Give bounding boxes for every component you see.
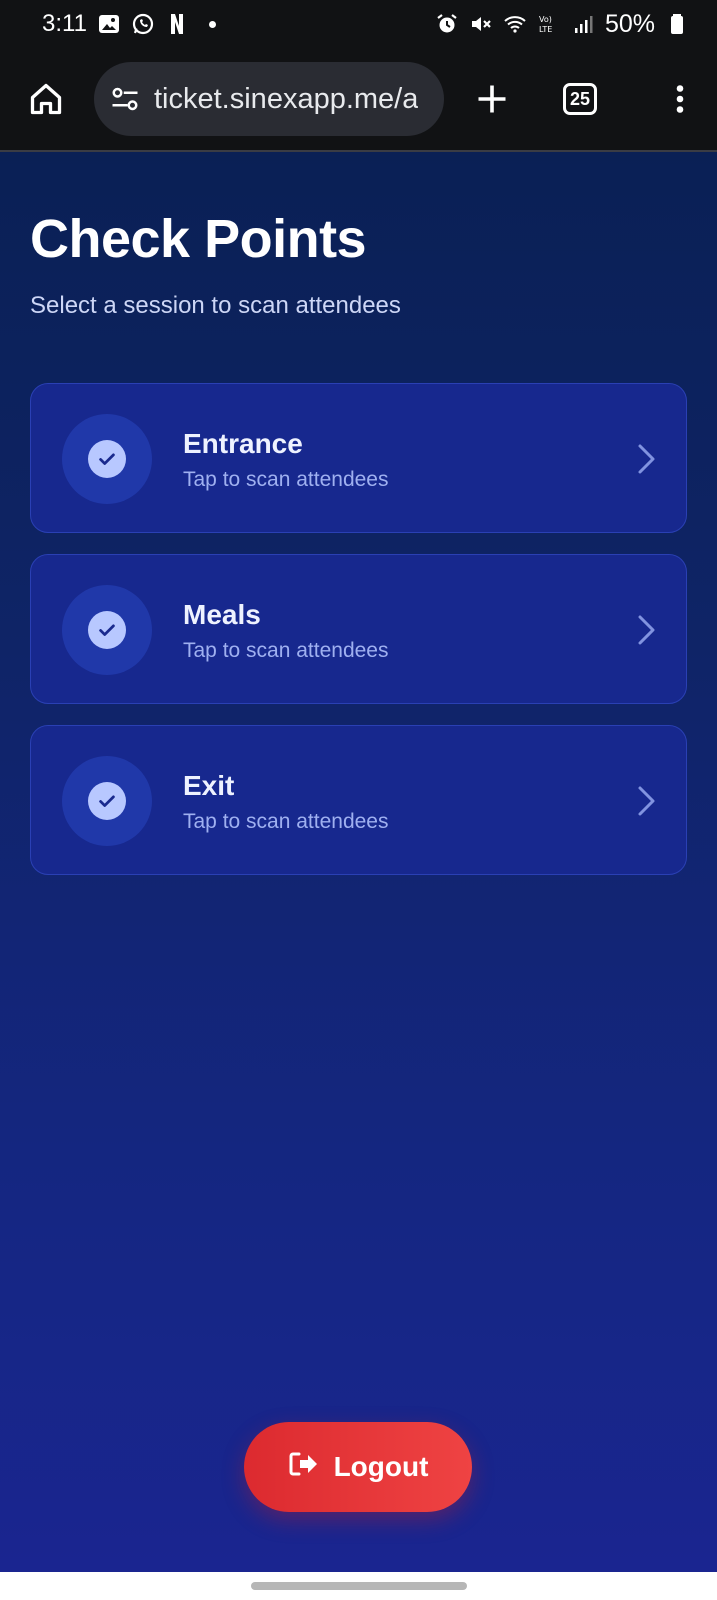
page-title: Check Points	[30, 209, 367, 269]
logout-label: Logout	[333, 1451, 429, 1482]
checkpoint-hint: Tap to scan attendees	[183, 810, 389, 833]
checkpoint-card-exit[interactable]: Exit Tap to scan attendees	[30, 725, 687, 875]
notification-dot	[208, 20, 216, 28]
whatsapp-icon	[131, 12, 155, 36]
checkpoint-name: Entrance	[183, 428, 303, 459]
battery-percent: 50%	[604, 9, 655, 38]
check-circle-icon	[88, 440, 126, 478]
logout-icon	[288, 1450, 320, 1485]
alarm-icon	[435, 12, 459, 36]
system-nav-bar	[0, 1572, 717, 1600]
page-subtitle: Select a session to scan attendees	[30, 292, 401, 319]
home-button[interactable]	[24, 77, 68, 121]
more-vert-icon	[676, 85, 684, 113]
tab-count: 25	[563, 83, 597, 115]
chevron-right-icon	[632, 784, 660, 818]
site-settings-icon[interactable]	[110, 84, 140, 114]
url-text: ticket.sinexapp.me/a	[154, 82, 419, 115]
status-left: 3:11	[42, 10, 216, 38]
checkpoint-name: Exit	[183, 770, 235, 801]
wifi-icon	[503, 12, 527, 36]
home-icon	[30, 83, 62, 115]
mute-icon	[469, 12, 493, 36]
battery-icon	[665, 12, 689, 36]
svg-text:Vo): Vo)	[539, 15, 552, 24]
signal-icon	[571, 12, 595, 36]
checkpoints-page: Check Points Select a session to scan at…	[0, 152, 717, 1572]
chevron-right-icon	[632, 613, 660, 647]
checkpoint-icon-circle	[62, 585, 152, 675]
plus-icon	[478, 85, 506, 113]
checkpoint-hint: Tap to scan attendees	[183, 639, 389, 662]
new-tab-button[interactable]	[470, 77, 514, 121]
netflix-icon	[165, 12, 189, 36]
check-circle-icon	[88, 782, 126, 820]
checkpoint-hint: Tap to scan attendees	[183, 468, 389, 491]
volte-icon: Vo) LTE	[537, 12, 561, 36]
address-bar[interactable]: ticket.sinexapp.me/a	[94, 62, 444, 136]
browser-toolbar: ticket.sinexapp.me/a 25	[0, 48, 717, 152]
checkpoint-card-entrance[interactable]: Entrance Tap to scan attendees	[30, 383, 687, 533]
logout-button[interactable]: Logout	[244, 1422, 472, 1512]
status-bar: 3:11 Vo) LTE 50%	[0, 0, 717, 48]
status-right: Vo) LTE 50%	[435, 10, 689, 39]
check-circle-icon	[88, 611, 126, 649]
checkpoint-card-meals[interactable]: Meals Tap to scan attendees	[30, 554, 687, 704]
status-time: 3:11	[42, 10, 87, 37]
checkpoint-name: Meals	[183, 599, 261, 630]
checkpoint-icon-circle	[62, 414, 152, 504]
browser-menu-button[interactable]	[658, 77, 702, 121]
checkpoint-icon-circle	[62, 756, 152, 846]
svg-text:LTE: LTE	[539, 25, 552, 34]
chevron-right-icon	[632, 442, 660, 476]
tab-switcher-button[interactable]: 25	[558, 77, 602, 121]
gallery-icon	[97, 12, 121, 36]
gesture-handle[interactable]	[251, 1582, 467, 1590]
